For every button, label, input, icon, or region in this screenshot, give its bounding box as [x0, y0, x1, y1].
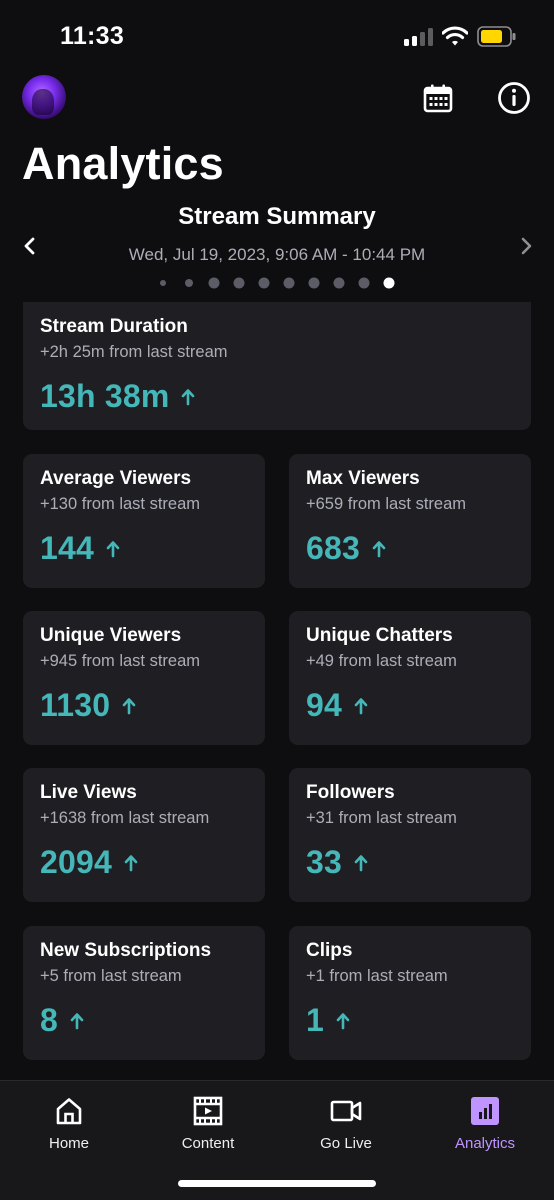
page-dot[interactable]	[233, 277, 245, 289]
home-icon	[53, 1095, 85, 1127]
card-unique-chatters[interactable]: Unique Chatters +49 from last stream 94	[289, 611, 531, 745]
page-indicator[interactable]	[0, 277, 554, 289]
page-dot-active[interactable]	[383, 277, 395, 289]
card-title: New Subscriptions	[40, 940, 212, 961]
card-change: +5 from last stream	[40, 967, 182, 985]
card-title: Clips	[306, 940, 353, 961]
card-change: +659 from last stream	[306, 495, 467, 513]
arrow-up-icon	[354, 854, 368, 872]
film-icon	[192, 1095, 224, 1127]
arrow-up-icon	[124, 854, 138, 872]
page-title: Analytics	[22, 138, 224, 189]
summary-title: Stream Summary	[178, 203, 376, 230]
card-average-viewers[interactable]: Average Viewers +130 from last stream 14…	[23, 454, 265, 588]
tab-go-live[interactable]: Go Live	[286, 1095, 406, 1155]
page-dot[interactable]	[258, 277, 270, 289]
card-change: +130 from last stream	[40, 495, 201, 513]
cellular-signal-icon	[404, 28, 434, 46]
tab-label: Content	[181, 1135, 235, 1152]
card-clips[interactable]: Clips +1 from last stream 1	[289, 926, 531, 1060]
page-dot[interactable]	[358, 277, 370, 289]
card-followers[interactable]: Followers +31 from last stream 33	[289, 768, 531, 902]
arrow-up-icon	[106, 540, 120, 558]
card-title: Stream Duration	[40, 316, 188, 337]
tab-content[interactable]: Content	[148, 1095, 268, 1155]
calendar-icon[interactable]	[418, 78, 458, 118]
user-avatar[interactable]	[22, 75, 66, 119]
card-live-views[interactable]: Live Views +1638 from last stream 2094	[23, 768, 265, 902]
card-title: Unique Chatters	[306, 625, 453, 646]
card-title: Max Viewers	[306, 468, 420, 489]
arrow-up-icon	[354, 697, 368, 715]
card-unique-viewers[interactable]: Unique Viewers +945 from last stream 113…	[23, 611, 265, 745]
wifi-icon	[441, 25, 469, 47]
card-value: 8	[40, 1002, 58, 1038]
card-value: 683	[306, 530, 360, 566]
page-dot[interactable]	[308, 277, 320, 289]
home-indicator	[178, 1180, 376, 1187]
tab-label: Home	[48, 1135, 89, 1152]
page-dot[interactable]	[333, 277, 345, 289]
card-change: +945 from last stream	[40, 652, 201, 670]
card-value: 33	[306, 844, 342, 880]
arrow-up-icon	[70, 1012, 84, 1030]
card-value: 2094	[40, 844, 112, 880]
arrow-up-icon	[372, 540, 386, 558]
tab-home[interactable]: Home	[9, 1095, 129, 1155]
card-title: Followers	[306, 782, 395, 803]
status-time: 11:33	[60, 22, 125, 50]
bar-chart-icon	[469, 1095, 501, 1127]
info-icon[interactable]	[494, 78, 534, 118]
card-change: +1638 from last stream	[40, 809, 210, 827]
card-new-subscriptions[interactable]: New Subscriptions +5 from last stream 8	[23, 926, 265, 1060]
tab-label: Go Live	[320, 1135, 372, 1152]
tab-analytics[interactable]: Analytics	[425, 1095, 545, 1155]
card-title: Average Viewers	[40, 468, 192, 489]
card-change: +2h 25m from last stream	[40, 343, 228, 361]
card-value: 1130	[40, 687, 111, 723]
arrow-up-icon	[336, 1012, 350, 1030]
summary-date: Wed, Jul 19, 2023, 9:06 AM - 10:44 PM	[128, 245, 426, 264]
card-change: +1 from last stream	[306, 967, 448, 985]
arrow-up-icon	[181, 388, 195, 406]
status-bar: 11:33	[0, 0, 554, 74]
card-value: 13h 38m	[40, 378, 170, 414]
card-title: Live Views	[40, 782, 137, 803]
page-dot[interactable]	[185, 279, 193, 287]
card-title: Unique Viewers	[40, 625, 182, 646]
card-change: +31 from last stream	[306, 809, 457, 827]
arrow-up-icon	[122, 697, 136, 715]
card-value: 1	[306, 1002, 324, 1038]
chevron-right-icon[interactable]	[514, 234, 538, 258]
battery-icon	[477, 26, 517, 47]
tab-label: Analytics	[454, 1135, 516, 1152]
card-stream-duration[interactable]: Stream Duration +2h 25m from last stream…	[23, 302, 531, 430]
page-dot[interactable]	[208, 277, 220, 289]
card-change: +49 from last stream	[306, 652, 457, 670]
card-value: 144	[40, 530, 94, 566]
video-camera-icon	[330, 1095, 362, 1127]
card-value: 94	[306, 687, 342, 723]
page-dot[interactable]	[283, 277, 295, 289]
card-max-viewers[interactable]: Max Viewers +659 from last stream 683	[289, 454, 531, 588]
page-dot[interactable]	[160, 280, 166, 286]
